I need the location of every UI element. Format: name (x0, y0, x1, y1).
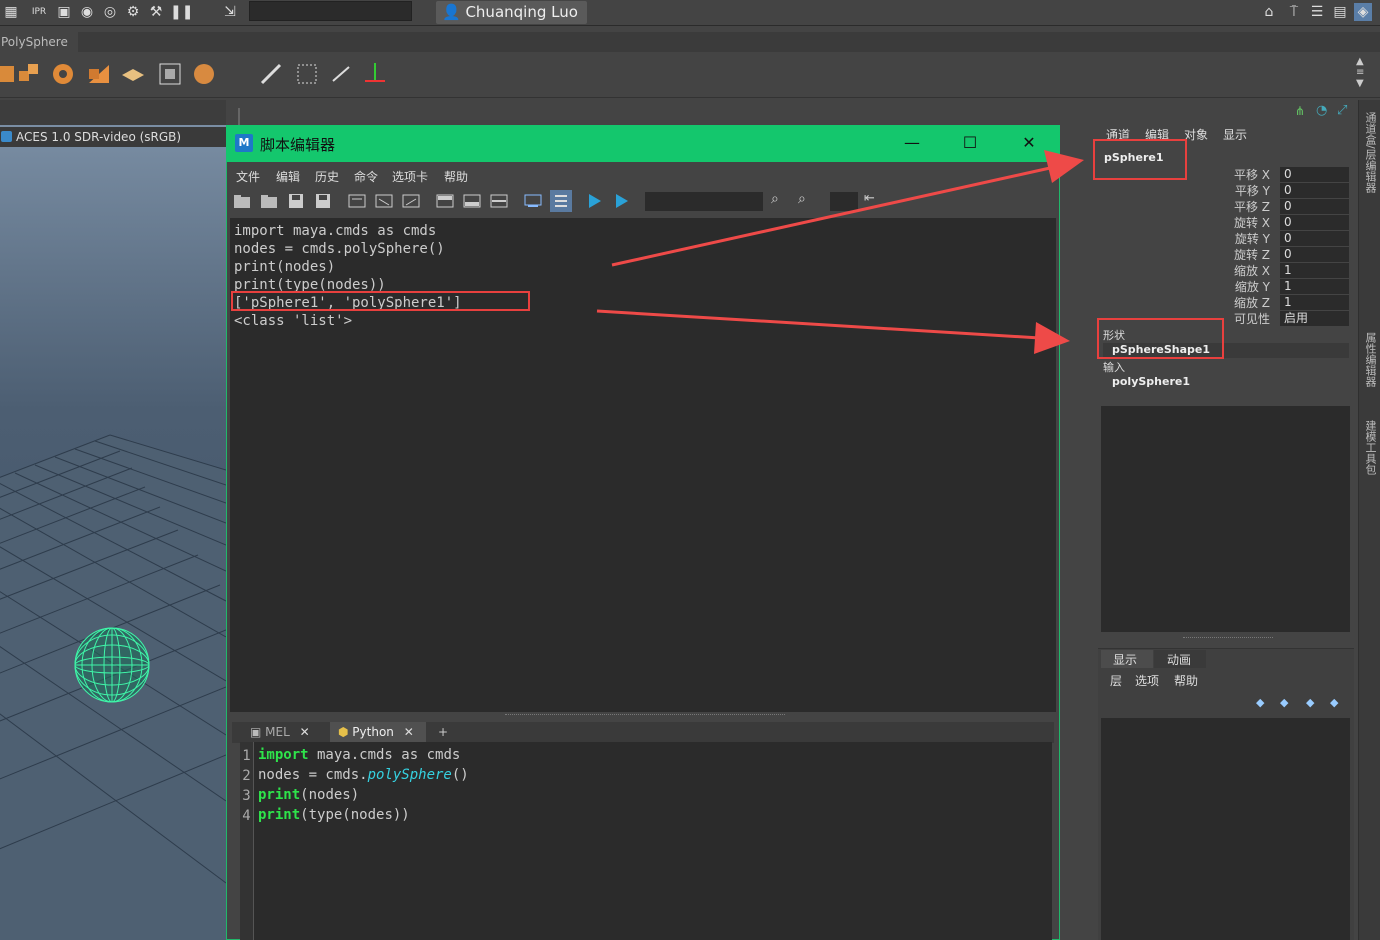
annotation-arrows (596, 150, 1084, 354)
